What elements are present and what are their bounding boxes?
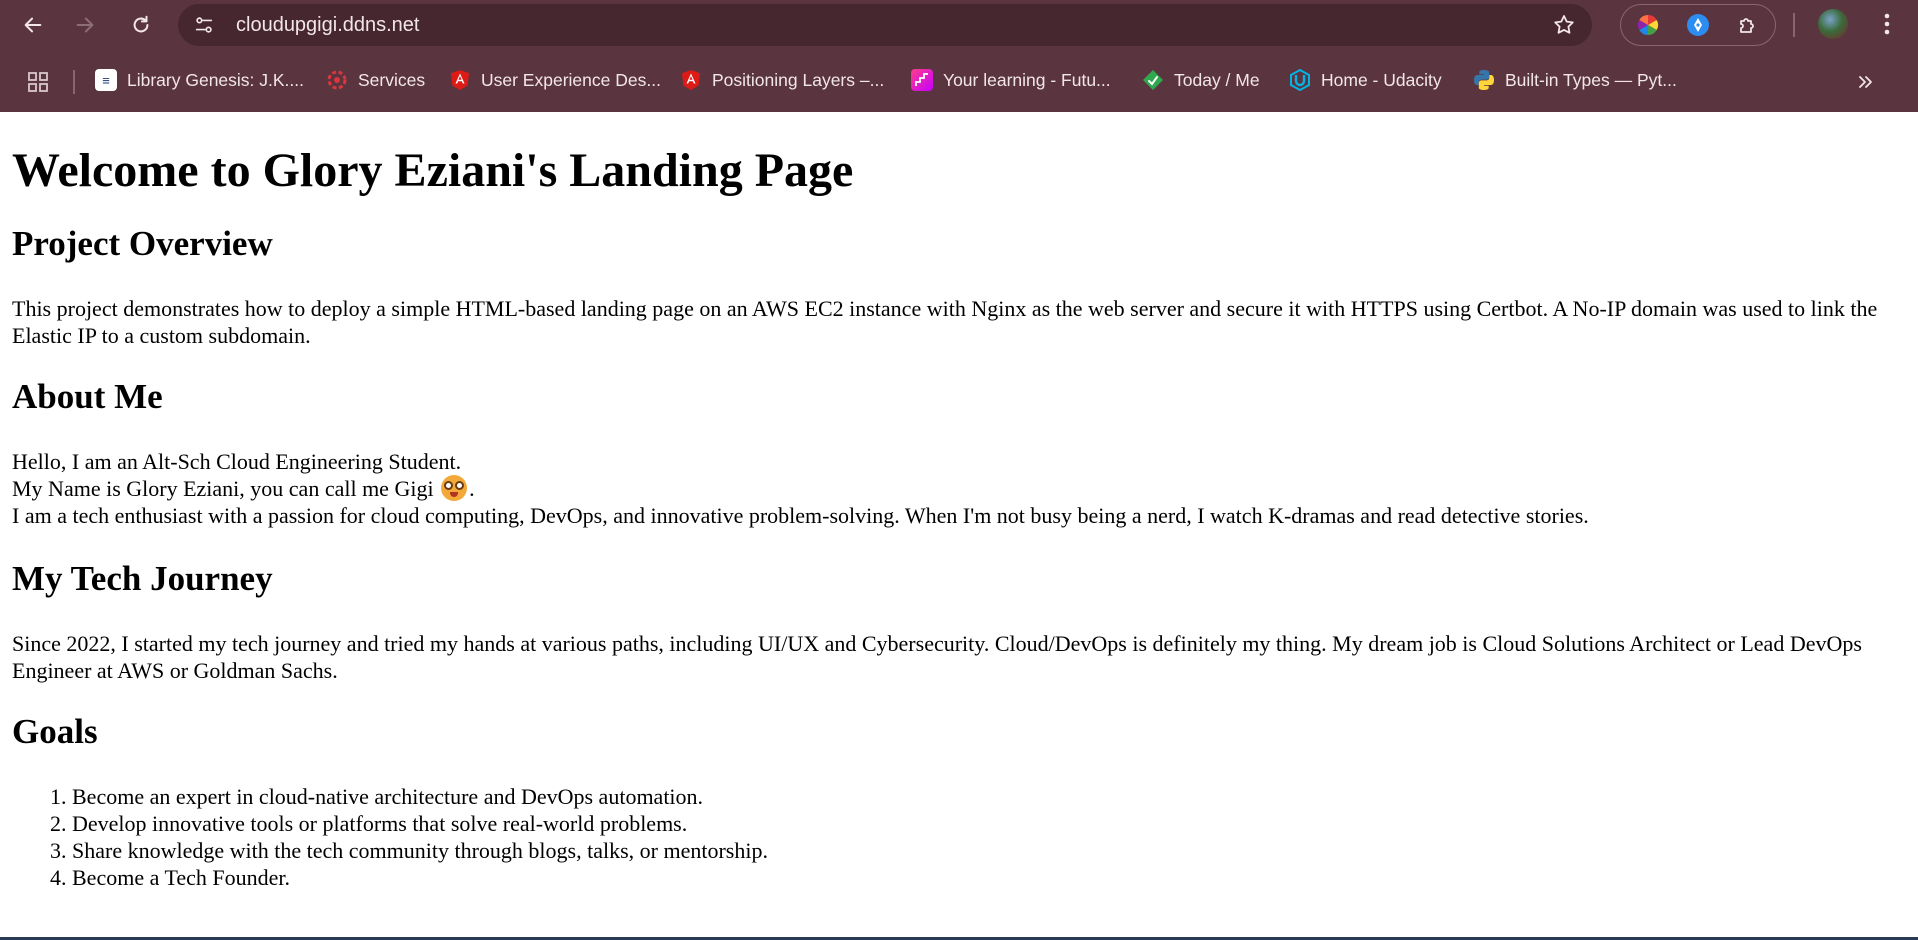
bookmark-label: Today / Me bbox=[1174, 69, 1260, 90]
bookmarks-bar: ≡ Library Genesis: J.K.... Services User… bbox=[0, 60, 1918, 100]
extensions-group bbox=[1620, 4, 1776, 46]
bookmark-label: Library Genesis: J.K.... bbox=[127, 69, 305, 90]
site-info-button[interactable] bbox=[190, 11, 218, 39]
about-me-heading: About Me bbox=[12, 377, 163, 416]
extensions-button[interactable] bbox=[1733, 10, 1763, 40]
library-genesis-icon: ≡ bbox=[95, 69, 117, 91]
bookmark-today-me[interactable]: Today / Me bbox=[1142, 64, 1260, 96]
angular-icon bbox=[680, 69, 702, 91]
chevron-double-right-icon bbox=[1859, 76, 1872, 88]
bookmark-library-genesis[interactable]: ≡ Library Genesis: J.K.... bbox=[95, 64, 304, 96]
goal-item: Develop innovative tools or platforms th… bbox=[72, 810, 1908, 837]
tune-icon bbox=[195, 17, 213, 33]
browser-toolbar: cloudupgigi.ddns.net bbox=[0, 0, 1918, 50]
about-line-1: Hello, I am an Alt-Sch Cloud Engineering… bbox=[12, 449, 462, 474]
bookmark-python-docs[interactable]: Built-in Types — Pyt... bbox=[1473, 64, 1677, 96]
python-icon bbox=[1473, 69, 1495, 91]
about-me-text: Hello, I am an Alt-Sch Cloud Engineering… bbox=[12, 448, 1908, 529]
bookmark-star-button[interactable] bbox=[1550, 11, 1578, 39]
browser-menu-button[interactable] bbox=[1872, 8, 1902, 40]
page-title: Welcome to Glory Eziani's Landing Page bbox=[12, 144, 854, 197]
profile-avatar[interactable] bbox=[1818, 9, 1848, 39]
bookmark-udacity[interactable]: Home - Udacity bbox=[1289, 64, 1442, 96]
apps-grid-icon bbox=[28, 72, 48, 92]
about-line-2: My Name is Glory Eziani, you can call me… bbox=[12, 476, 434, 501]
bookmark-services[interactable]: Services bbox=[326, 64, 425, 96]
arrow-left-icon bbox=[24, 17, 42, 33]
pen-nib-icon bbox=[1687, 14, 1709, 36]
more-vertical-icon bbox=[1884, 13, 1890, 35]
reload-icon bbox=[133, 15, 149, 33]
bookmark-label: Your learning - Futu... bbox=[943, 69, 1111, 90]
apps-button[interactable] bbox=[24, 68, 52, 96]
color-picker-extension[interactable] bbox=[1633, 10, 1663, 40]
reload-button[interactable] bbox=[122, 6, 160, 44]
more-bookmarks-button[interactable] bbox=[1852, 68, 1880, 96]
forward-button[interactable] bbox=[66, 6, 104, 44]
bookmark-label: Services bbox=[358, 69, 426, 90]
arrow-right-icon bbox=[76, 17, 94, 33]
tech-journey-heading: My Tech Journey bbox=[12, 559, 273, 598]
puzzle-icon bbox=[1740, 18, 1754, 33]
bookmarks-separator bbox=[73, 70, 75, 94]
bookmark-label: User Experience Des... bbox=[481, 69, 661, 90]
bookmark-label: Home - Udacity bbox=[1321, 69, 1442, 90]
goal-item: Become an expert in cloud-native archite… bbox=[72, 783, 1908, 810]
browser-chrome: cloudupgigi.ddns.net ≡ Library Genesis: … bbox=[0, 0, 1918, 112]
today-icon bbox=[1142, 69, 1164, 91]
goals-heading: Goals bbox=[12, 712, 98, 751]
back-button[interactable] bbox=[14, 6, 52, 44]
pen-extension[interactable] bbox=[1683, 10, 1713, 40]
tech-journey-text: Since 2022, I started my tech journey an… bbox=[12, 631, 1862, 683]
page-content: Welcome to Glory Eziani's Landing Page P… bbox=[12, 112, 1908, 891]
url-text[interactable]: cloudupgigi.ddns.net bbox=[236, 4, 419, 46]
project-overview-text: This project demonstrates how to deploy … bbox=[12, 296, 1878, 348]
angular-icon bbox=[449, 69, 471, 91]
services-icon bbox=[326, 69, 348, 91]
about-line-3: I am a tech enthusiast with a passion fo… bbox=[12, 503, 1589, 528]
address-bar[interactable]: cloudupgigi.ddns.net bbox=[178, 4, 1592, 46]
project-overview-heading: Project Overview bbox=[12, 224, 273, 263]
bookmark-label: Positioning Layers –... bbox=[712, 69, 885, 90]
about-line-2-end: . bbox=[469, 476, 475, 501]
goal-item: Share knowledge with the tech community … bbox=[72, 837, 1908, 864]
toolbar-separator bbox=[1793, 13, 1795, 37]
bookmark-user-experience[interactable]: User Experience Des... bbox=[449, 64, 661, 96]
bookmark-futurelearn[interactable]: Your learning - Futu... bbox=[911, 64, 1111, 96]
star-icon bbox=[1554, 15, 1574, 34]
bookmark-label: Built-in Types — Pyt... bbox=[1505, 69, 1677, 90]
udacity-icon bbox=[1289, 69, 1311, 91]
bookmark-positioning-layers[interactable]: Positioning Layers –... bbox=[680, 64, 884, 96]
color-wheel-icon bbox=[1637, 14, 1659, 36]
nerd-face-emoji-icon bbox=[441, 475, 468, 501]
goal-item: Become a Tech Founder. bbox=[72, 864, 1908, 891]
futurelearn-icon bbox=[911, 69, 933, 91]
goals-list: Become an expert in cloud-native archite… bbox=[12, 783, 1908, 891]
